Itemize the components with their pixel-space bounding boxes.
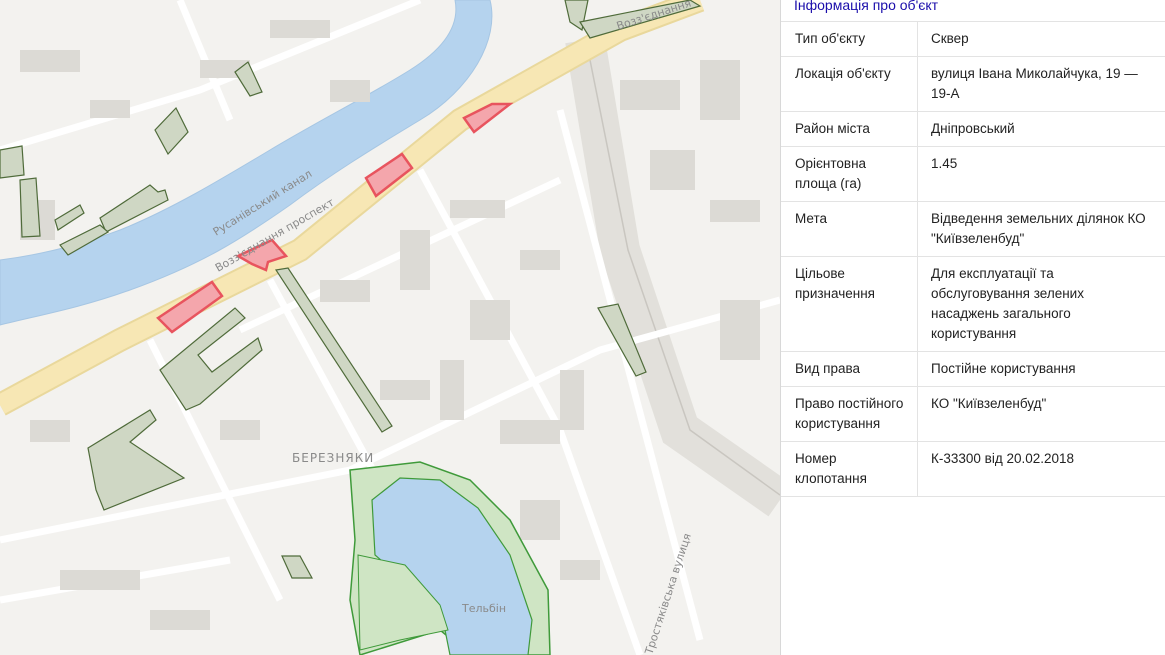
- info-row: Цільове призначення Для експлуатації та о…: [781, 256, 1165, 352]
- object-info-panel: Інформація про об'єкт Тип об'єкту Сквер Ло…: [780, 0, 1165, 655]
- info-row: Вид права Постійне користування: [781, 351, 1165, 387]
- info-value: Сквер: [917, 22, 1165, 57]
- info-key: Номер клопотання: [781, 441, 918, 497]
- info-value: 1.45: [917, 146, 1165, 202]
- info-value: К-33300 від 20.02.2018: [917, 441, 1165, 497]
- lake-label: Тельбін: [461, 602, 506, 615]
- railway-corridor: [565, 36, 780, 517]
- info-value: Дніпровський: [917, 111, 1165, 147]
- info-value: КО "Київзеленбуд": [917, 386, 1165, 442]
- info-row: Тип об'єкту Сквер: [781, 22, 1165, 57]
- info-value: Відведення земельних ділянок КО "Київзел…: [917, 201, 1165, 257]
- info-row: Орієнтовна площа (га) 1.45: [781, 146, 1165, 202]
- object-info-table: Тип об'єкту Сквер Локація об'єкту вулиця Ів…: [781, 22, 1165, 497]
- info-key: Цільове призначення: [781, 256, 918, 352]
- info-row: Мета Відведення земельних ділянок КО "Киї…: [781, 201, 1165, 257]
- info-row: Локація об'єкту вулиця Івана Миколайчука,…: [781, 56, 1165, 112]
- info-key: Вид права: [781, 351, 918, 387]
- info-value: Для експлуатації та обслуговування зелен…: [917, 256, 1165, 352]
- info-key: Орієнтовна площа (га): [781, 146, 918, 202]
- info-key: Тип об'єкту: [781, 22, 918, 57]
- district-label: БЕРЕЗНЯКИ: [292, 451, 374, 465]
- info-key: Район міста: [781, 111, 918, 147]
- info-row: Право постійного користування КО "Київзел…: [781, 386, 1165, 442]
- info-value: Постійне користування: [917, 351, 1165, 387]
- info-key: Локація об'єкту: [781, 56, 918, 112]
- info-row: Номер клопотання К-33300 від 20.02.2018: [781, 441, 1165, 497]
- info-key: Право постійного користування: [781, 386, 918, 442]
- panel-title: Інформація про об'єкт: [781, 0, 1165, 22]
- map-canvas[interactable]: Русанівський канал Возз'єднання проспект…: [0, 0, 780, 655]
- info-value: вулиця Івана Миколайчука, 19 — 19-А: [917, 56, 1165, 112]
- info-row: Район міста Дніпровський: [781, 111, 1165, 147]
- map-view[interactable]: Русанівський канал Возз'єднання проспект…: [0, 0, 780, 655]
- info-key: Мета: [781, 201, 918, 257]
